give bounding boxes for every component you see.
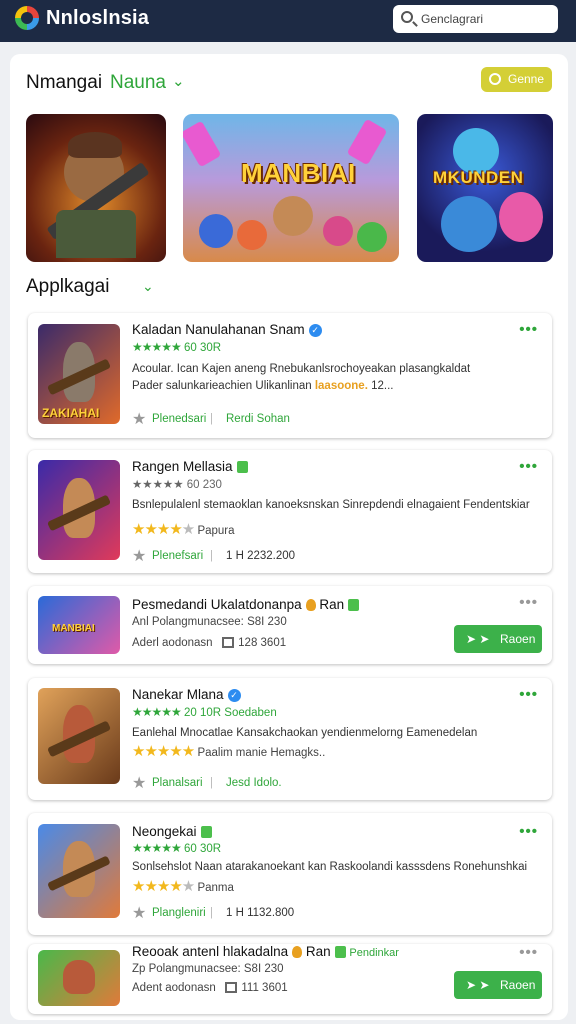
genre-button[interactable]: Genne (481, 67, 552, 92)
app-card[interactable]: ZAKIAHAI Kaladan Nanulahanan Snam ✓ ★★★★★… (28, 313, 552, 438)
rating-stars: ★★★★★ (132, 340, 182, 354)
genre-icon (489, 73, 501, 85)
more-options-icon[interactable]: ••• (519, 944, 538, 961)
rating-stars: ★★★★★ (132, 705, 182, 719)
app-card[interactable]: MANBIAI Pesmedandi Ukalatdonanpa Ran Anl… (28, 586, 552, 664)
search-box[interactable] (393, 5, 558, 33)
app-name[interactable]: Pesmedandi Ukalatdonanpa (132, 597, 302, 612)
search-input[interactable] (421, 9, 551, 29)
app-thumbnail: MANBIAI (38, 596, 120, 654)
app-suffix: Ran (305, 944, 331, 959)
app-logo-icon[interactable] (15, 6, 39, 30)
app-description: Eanlehal Mnocatlae Kansakchaokan yendien… (132, 727, 478, 739)
banner-3-title: MKUNDEN (433, 168, 524, 187)
app-description-3: 12... (371, 380, 394, 392)
featured-banner-1[interactable] (26, 114, 166, 262)
more-options-icon[interactable]: ••• (519, 686, 538, 703)
banner-2-title: MANBIAI (241, 158, 356, 188)
brand-title: Nnloslnsia (46, 7, 150, 29)
app-card[interactable]: Rangen Mellasia ★★★★★ 60 230 Bsnlepulale… (28, 450, 552, 573)
featured-filter-label[interactable]: Nauna (110, 72, 166, 94)
send-icon: ➤ ➤ (466, 978, 490, 992)
favorite-star-icon[interactable]: ★ (132, 546, 146, 566)
verified-icon: ✓ (308, 323, 322, 337)
app-tag: Pendinkar (349, 947, 399, 959)
app-card[interactable]: Nanekar Mlana ✓ ★★★★★ 20 10R Soedaben Ean… (28, 678, 552, 800)
badge-icon (200, 826, 212, 839)
app-description: Sonlsehslot Naan atarakanoekant kan Rask… (132, 861, 528, 873)
verified-icon: ✓ (227, 688, 241, 702)
size-icon (222, 637, 235, 649)
app-description-2: Pader salunkarieachien Ulikanlinan (132, 380, 312, 392)
size-icon (225, 982, 238, 994)
rating-stars: ★★★★★ (132, 841, 182, 855)
app-name[interactable]: Nanekar Mlana (132, 687, 224, 702)
rating-stars: ★★★★★ (132, 521, 195, 538)
app-description: Bsnlepulalenl stemaoklan kanoeksnskan Si… (132, 499, 530, 511)
favorite-star-icon[interactable]: ★ (132, 773, 146, 793)
app-thumbnail: ZAKIAHAI (38, 324, 120, 424)
app-thumbnail (38, 950, 120, 1006)
app-meta: 60 30R (184, 342, 222, 354)
app-size: 128 3601 (238, 637, 287, 649)
rating-stars: ★★★★★ (132, 743, 195, 760)
highlight-text: laasoone. (314, 380, 368, 392)
get-button[interactable]: ➤ ➤ Raoen (454, 971, 542, 999)
app-info: Adent aodonasn (132, 982, 216, 994)
app-name[interactable]: Rangen Mellasia (132, 459, 233, 474)
badge-icon (348, 599, 360, 612)
more-options-icon[interactable]: ••• (519, 594, 538, 611)
chevron-down-icon[interactable]: ⌄ (172, 72, 185, 90)
featured-title: Nmangai (26, 72, 103, 93)
developer-link[interactable]: Planalsari (152, 777, 203, 789)
app-meta: Zp Polangmunacsee: S8I 230 (132, 963, 284, 975)
app-meta: ★★★★★ 60 230 (132, 479, 222, 491)
app-thumbnail (38, 460, 120, 560)
download-count: 1 H 1132.800 (226, 907, 295, 919)
badge-icon (292, 946, 303, 959)
favorite-star-icon[interactable]: ★ (132, 409, 146, 429)
app-subtitle: Papura (197, 525, 235, 537)
badge-icon (236, 461, 248, 474)
app-description: Acoular. Ican Kajen aneng Rnebukanlsroch… (132, 363, 471, 375)
download-count: 1 H 2232.200 (226, 550, 296, 562)
app-thumbnail (38, 824, 120, 918)
app-card[interactable]: Reooak antenl hlakadalna Ran Pendinkar Z… (28, 944, 552, 1014)
app-suffix: Ran (319, 597, 345, 612)
top-bar: Nnloslnsia (0, 0, 576, 42)
app-info: Aderl aodonasn (132, 637, 213, 649)
app-meta: 20 10R Soedaben (184, 707, 277, 719)
app-thumbnail (38, 688, 120, 784)
app-meta: 60 30R (184, 843, 222, 855)
app-subtitle: Panma (197, 882, 234, 894)
app-card[interactable]: Neongekai ★★★★★ 60 30R Sonlsehslot Naan … (28, 813, 552, 935)
app-size: 111 3601 (241, 982, 288, 994)
developer-link[interactable]: Plenedsari (152, 413, 206, 425)
chevron-down-icon[interactable]: ⌄ (142, 278, 154, 295)
search-icon (401, 11, 413, 23)
app-meta: Anl Polangmunacsee: S8I 230 (132, 616, 287, 628)
more-options-icon[interactable]: ••• (519, 458, 538, 475)
app-name[interactable]: Neongekai (132, 824, 197, 839)
app-name[interactable]: Reooak antenl hlakadalna (132, 944, 288, 959)
send-icon: ➤ ➤ (466, 632, 490, 646)
featured-banner-2[interactable]: MANBIAI (183, 114, 399, 262)
app-name[interactable]: Kaladan Nanulahanan Snam (132, 322, 305, 337)
app-subtitle: Paalim manie Hemagks.. (197, 747, 326, 759)
more-options-icon[interactable]: ••• (519, 321, 538, 338)
category-link[interactable]: Rerdi Sohan (226, 413, 290, 425)
featured-banner-3[interactable]: MKUNDEN (417, 114, 553, 262)
favorite-star-icon[interactable]: ★ (132, 903, 146, 923)
more-options-icon[interactable]: ••• (519, 823, 538, 840)
get-button[interactable]: ➤ ➤ Raoen (454, 625, 542, 653)
category-link[interactable]: Jesd Idolo. (226, 777, 282, 789)
developer-link[interactable]: Plangleniri (152, 907, 206, 919)
badge-icon (334, 946, 346, 959)
apps-section-title: Applkagai (26, 276, 110, 297)
developer-link[interactable]: Plenefsari (152, 550, 203, 562)
badge-icon (305, 599, 316, 612)
rating-stars: ★★★★★ (132, 878, 195, 895)
